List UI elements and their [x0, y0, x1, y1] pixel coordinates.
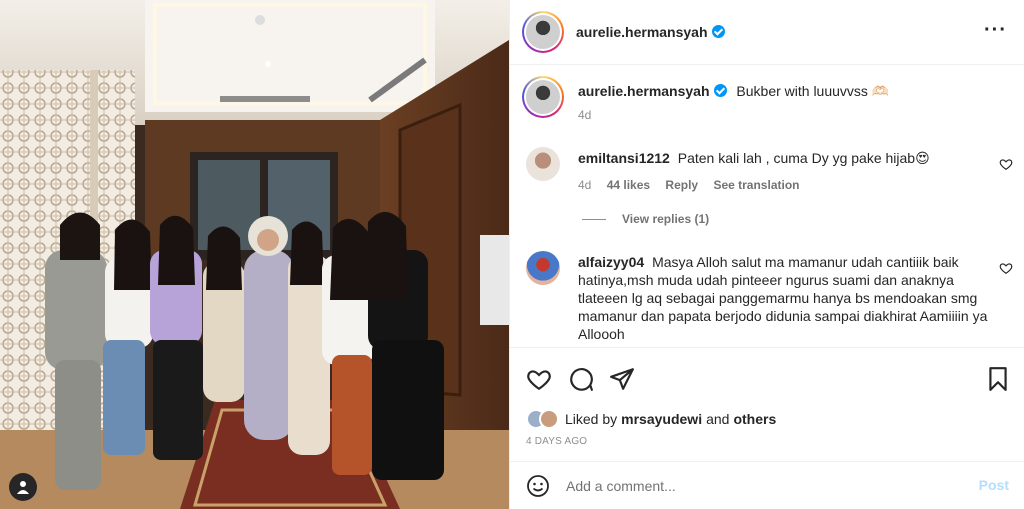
comment-time[interactable]: 4d	[578, 178, 591, 192]
caption-username[interactable]: aurelie.hermansyah	[578, 83, 710, 99]
comment-text: Paten kali lah , cuma Dy yg pake hijab😍	[677, 150, 930, 166]
more-options-icon[interactable]: ···	[984, 20, 1007, 40]
comment-icon[interactable]	[568, 366, 594, 392]
author-username[interactable]: aurelie.hermansyah	[576, 24, 708, 40]
post-details-panel: aurelie.hermansyah ··· aurelie.hermansya…	[509, 0, 1024, 509]
emoji-icon[interactable]	[526, 474, 550, 498]
commenter-avatar[interactable]	[526, 147, 560, 181]
liked-by-prefix: Liked by	[565, 411, 618, 427]
caption-text-row: aurelie.hermansyah Bukber with luuuvvss …	[578, 82, 889, 100]
view-replies-button[interactable]: View replies (1)	[582, 212, 709, 226]
comment-like-heart-icon[interactable]	[999, 261, 1013, 275]
comment-composer: Post	[510, 461, 1024, 509]
liked-by-user[interactable]: mrsayudewi	[621, 411, 702, 427]
commenter-avatar[interactable]	[526, 251, 560, 285]
liked-by-others[interactable]: others	[733, 411, 776, 427]
reply-button[interactable]: Reply	[665, 178, 698, 192]
comment-username[interactable]: emiltansi1212	[578, 150, 670, 166]
author-avatar[interactable]	[522, 11, 564, 53]
comment-likes[interactable]: 44 likes	[607, 178, 650, 192]
comment-like-heart-icon[interactable]	[999, 157, 1013, 171]
liked-by-and: and	[706, 411, 730, 427]
post-actions: Liked by mrsayudewi and others 4 DAYS AG…	[510, 347, 1024, 461]
comments-list[interactable]: aurelie.hermansyah Bukber with luuuvvss …	[510, 65, 1024, 347]
caption-time[interactable]: 4d	[578, 108, 591, 122]
verified-badge-icon	[711, 25, 725, 38]
caption-author-avatar[interactable]	[522, 76, 564, 118]
comment-text-row: alfaizyy04 Masya Alloh salut ma mamanur …	[578, 253, 988, 343]
liked-by-row: Liked by mrsayudewi and others	[526, 409, 776, 429]
post-date[interactable]: 4 DAYS AGO	[526, 436, 587, 447]
replies-divider	[582, 218, 606, 220]
see-translation-button[interactable]: See translation	[713, 178, 799, 192]
caption-text: Bukber with luuuvvss 🫶🏻	[736, 83, 890, 99]
heart-icon[interactable]	[526, 366, 552, 392]
post-comment-button[interactable]: Post	[979, 477, 1009, 493]
view-replies-label: View replies (1)	[622, 212, 710, 226]
group-photo-illustration	[0, 0, 509, 509]
author-name-row: aurelie.hermansyah	[576, 24, 725, 42]
post-header: aurelie.hermansyah ···	[510, 0, 1024, 65]
comment-meta: 4d 44 likes Reply See translation	[578, 178, 811, 192]
verified-badge-icon	[713, 84, 727, 97]
comment-username[interactable]: alfaizyy04	[578, 254, 644, 270]
bookmark-icon[interactable]	[985, 366, 1011, 392]
user-tag-icon[interactable]	[9, 473, 37, 501]
liker-avatar	[539, 409, 559, 429]
share-icon[interactable]	[609, 366, 635, 392]
comment-text-row: emiltansi1212 Paten kali lah , cuma Dy y…	[578, 149, 968, 167]
caption-meta: 4d	[578, 108, 603, 122]
post-photo[interactable]	[0, 0, 509, 509]
comment-input[interactable]	[566, 476, 946, 496]
